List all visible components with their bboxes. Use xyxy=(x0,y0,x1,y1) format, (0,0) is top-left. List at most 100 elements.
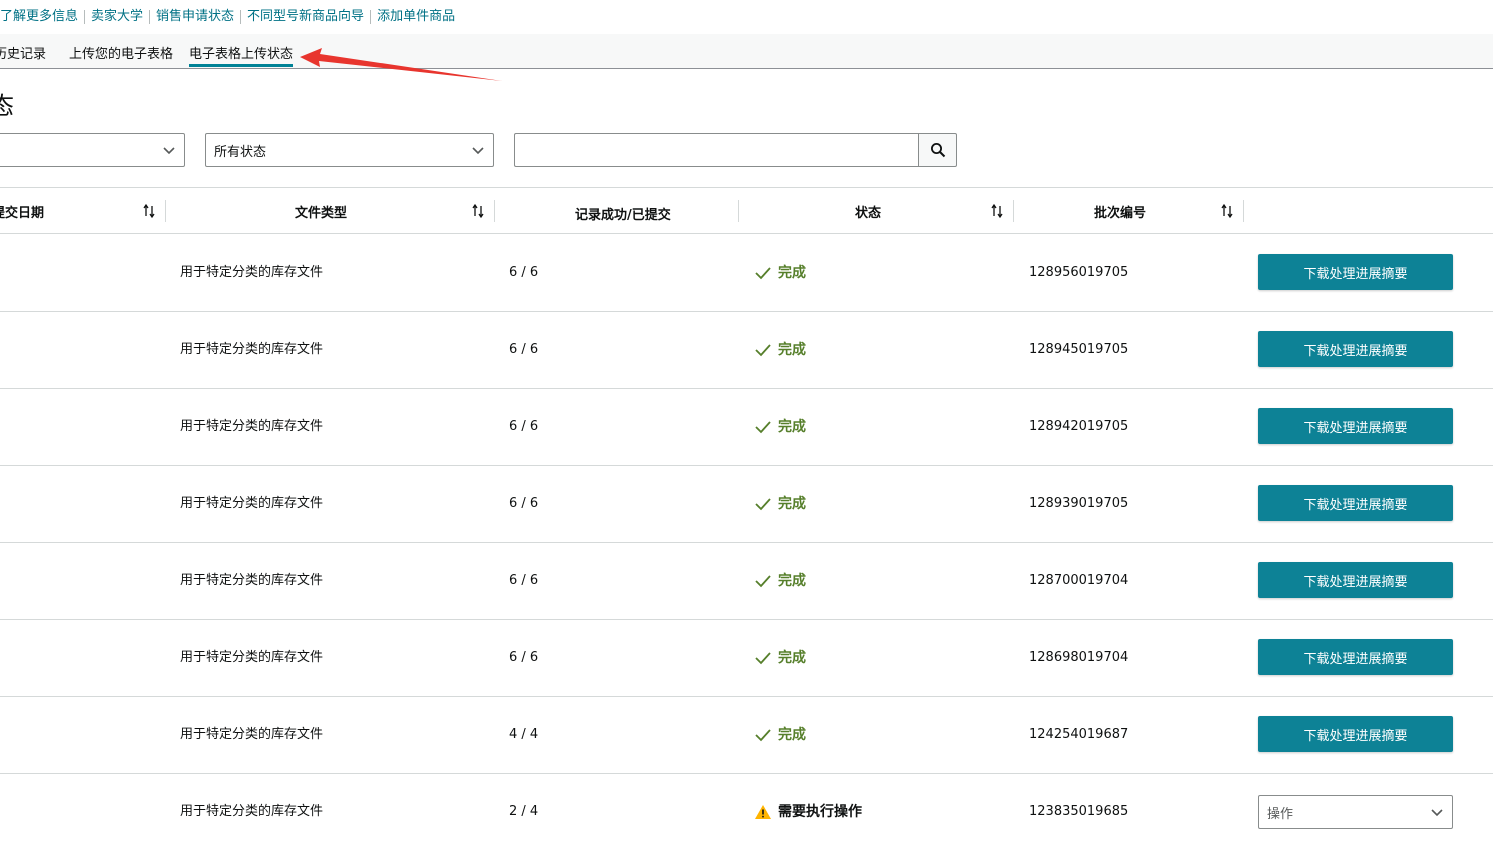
variation-wizard-link[interactable]: 不同型号新商品向导 xyxy=(241,10,370,24)
batch-id-cell: 128945019705 xyxy=(1029,342,1129,357)
tab-upload-spreadsheet[interactable]: 上传您的电子表格 xyxy=(69,43,173,62)
tab-history[interactable]: 历史记录 xyxy=(0,43,46,62)
records-cell: 2 / 4 xyxy=(509,804,539,819)
date-filter-select[interactable] xyxy=(0,133,185,167)
checkmark-icon xyxy=(755,344,771,357)
status-label: 完成 xyxy=(778,727,806,743)
table-row: 用于特定分类的库存文件 6 / 6 完成 128939019705 下载处理进展摘要 xyxy=(0,466,1493,543)
file-type-cell: 用于特定分类的库存文件 xyxy=(180,496,324,511)
seller-university-link[interactable]: 卖家大学 xyxy=(85,10,149,24)
chevron-down-icon xyxy=(472,147,484,155)
checkmark-icon xyxy=(755,575,771,588)
batch-id-cell: 128939019705 xyxy=(1029,496,1129,511)
file-type-cell: 用于特定分类的库存文件 xyxy=(180,727,324,742)
status-label: 完成 xyxy=(778,342,806,358)
column-header-status[interactable]: 状态 xyxy=(855,188,881,234)
column-header-batch-id[interactable]: 批次编号 xyxy=(1094,188,1146,234)
status-cell: 完成 xyxy=(754,650,806,666)
column-divider xyxy=(1013,200,1014,222)
download-summary-button[interactable]: 下载处理进展摘要 xyxy=(1258,408,1453,444)
table-row: 用于特定分类的库存文件 6 / 6 完成 128942019705 下载处理进展摘要 xyxy=(0,389,1493,466)
download-summary-button[interactable]: 下载处理进展摘要 xyxy=(1258,639,1453,675)
search-input[interactable] xyxy=(514,133,919,167)
batch-id-cell: 124254019687 xyxy=(1029,727,1129,742)
column-divider xyxy=(738,200,739,222)
tab-spreadsheet-upload-status[interactable]: 电子表格上传状态 xyxy=(189,43,294,67)
search-button[interactable] xyxy=(918,133,957,167)
status-cell: 需要执行操作 xyxy=(754,804,862,820)
records-cell: 6 / 6 xyxy=(509,265,539,280)
file-type-cell: 用于特定分类的库存文件 xyxy=(180,650,324,665)
column-divider xyxy=(1243,200,1244,222)
checkmark-icon xyxy=(755,267,771,280)
checkmark-icon xyxy=(755,729,771,742)
chevron-down-icon xyxy=(1431,809,1443,817)
search-icon xyxy=(930,143,945,158)
status-cell: 完成 xyxy=(754,573,806,589)
download-summary-button[interactable]: 下载处理进展摘要 xyxy=(1258,331,1453,367)
tab-bar: 历史记录 上传您的电子表格 电子表格上传状态 xyxy=(0,34,1493,69)
column-header-file-type[interactable]: 文件类型 xyxy=(295,188,347,234)
sort-icon[interactable] xyxy=(472,202,484,220)
sort-icon[interactable] xyxy=(991,202,1003,220)
column-header-submit-date[interactable]: 提交日期 xyxy=(0,188,44,234)
file-type-cell: 用于特定分类的库存文件 xyxy=(180,573,324,588)
column-divider xyxy=(494,200,495,222)
table-row: 用于特定分类的库存文件 6 / 6 完成 128956019705 下载处理进展摘要 xyxy=(0,235,1493,312)
status-cell: 完成 xyxy=(754,265,806,281)
status-label: 完成 xyxy=(778,650,806,666)
action-dropdown[interactable]: 操作 xyxy=(1258,795,1453,829)
batch-id-cell: 128698019704 xyxy=(1029,650,1129,665)
chevron-down-icon xyxy=(163,147,175,155)
status-cell: 完成 xyxy=(754,342,806,358)
status-filter-value: 所有状态 xyxy=(214,144,267,160)
file-type-cell: 用于特定分类的库存文件 xyxy=(180,419,324,434)
batch-id-cell: 123835019685 xyxy=(1029,804,1129,819)
download-summary-button[interactable]: 下载处理进展摘要 xyxy=(1258,254,1453,290)
warning-icon xyxy=(755,805,771,819)
status-label: 完成 xyxy=(778,573,806,589)
download-summary-button[interactable]: 下载处理进展摘要 xyxy=(1258,716,1453,752)
table-row: 用于特定分类的库存文件 2 / 4 需要执行操作 123835019685 操作 xyxy=(0,774,1493,849)
table-row: 用于特定分类的库存文件 4 / 4 完成 124254019687 下载处理进展摘要 xyxy=(0,697,1493,774)
table-row: 用于特定分类的库存文件 6 / 6 完成 128698019704 下载处理进展摘要 xyxy=(0,620,1493,697)
table-row: 用于特定分类的库存文件 6 / 6 完成 128700019704 下载处理进展摘要 xyxy=(0,543,1493,620)
status-cell: 完成 xyxy=(754,727,806,743)
records-cell: 6 / 6 xyxy=(509,342,539,357)
action-dropdown-label: 操作 xyxy=(1267,806,1294,822)
add-single-product-link[interactable]: 添加单件商品 xyxy=(371,10,461,24)
records-cell: 6 / 6 xyxy=(509,573,539,588)
column-divider xyxy=(165,200,166,222)
checkmark-icon xyxy=(755,421,771,434)
file-type-cell: 用于特定分类的库存文件 xyxy=(180,265,324,280)
column-header-records: 记录成功/已提交 xyxy=(575,207,671,223)
status-label: 需要执行操作 xyxy=(778,804,862,820)
batch-id-cell: 128956019705 xyxy=(1029,265,1129,280)
sort-icon[interactable] xyxy=(1221,202,1233,220)
status-filter-select[interactable]: 所有状态 xyxy=(205,133,494,167)
records-cell: 6 / 6 xyxy=(509,496,539,511)
annotation-arrow xyxy=(300,48,502,81)
status-cell: 完成 xyxy=(754,419,806,435)
batch-id-cell: 128942019705 xyxy=(1029,419,1129,434)
records-cell: 6 / 6 xyxy=(509,650,539,665)
file-type-cell: 用于特定分类的库存文件 xyxy=(180,804,324,819)
table-row: 用于特定分类的库存文件 6 / 6 完成 128945019705 下载处理进展摘要 xyxy=(0,312,1493,389)
file-type-cell: 用于特定分类的库存文件 xyxy=(180,342,324,357)
sort-icon[interactable] xyxy=(143,202,155,220)
status-label: 完成 xyxy=(778,496,806,512)
download-summary-button[interactable]: 下载处理进展摘要 xyxy=(1258,485,1453,521)
records-cell: 6 / 6 xyxy=(509,419,539,434)
checkmark-icon xyxy=(755,652,771,665)
table-header: 提交日期 文件类型 记录成功/已提交 状态 批次编号 xyxy=(0,188,1493,234)
status-cell: 完成 xyxy=(754,496,806,512)
checkmark-icon xyxy=(755,498,771,511)
records-cell: 4 / 4 xyxy=(509,727,539,742)
learn-more-link[interactable]: 了解更多信息 xyxy=(0,10,84,24)
page-title: 态 xyxy=(0,92,14,120)
download-summary-button[interactable]: 下载处理进展摘要 xyxy=(1258,562,1453,598)
status-label: 完成 xyxy=(778,419,806,435)
top-links-bar: 了解更多信息 卖家大学 销售申请状态 不同型号新商品向导 添加单件商品 xyxy=(0,0,1493,34)
selling-application-status-link[interactable]: 销售申请状态 xyxy=(150,10,240,24)
status-label: 完成 xyxy=(778,265,806,281)
